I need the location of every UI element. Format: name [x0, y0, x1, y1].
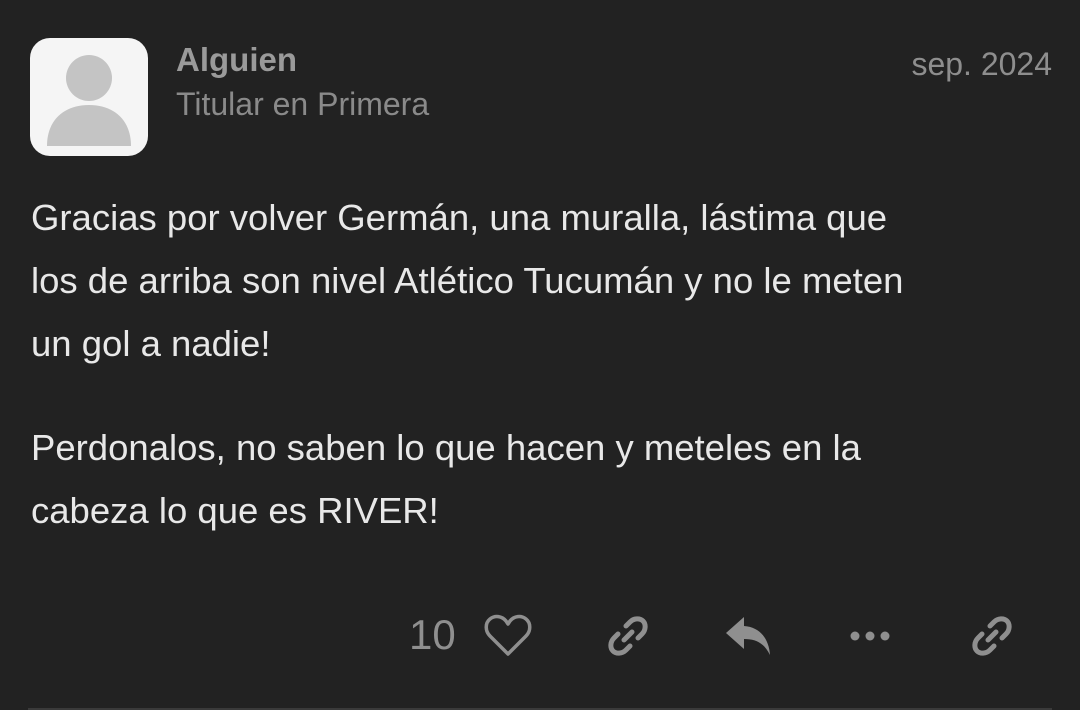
post-paragraph: Perdonalos, no saben lo que hacen y mete… [31, 427, 861, 531]
link-icon [972, 616, 1012, 656]
post-body: Gracias por volver Germán, una muralla, … [31, 186, 1061, 583]
link-icon [608, 616, 648, 656]
forum-post: Alguien Titular en Primera sep. 2024 Gra… [0, 0, 1080, 710]
reply-button[interactable] [723, 610, 775, 662]
like-button[interactable] [482, 610, 534, 662]
post-paragraph: Gracias por volver Germán, una muralla, … [31, 197, 904, 364]
post-actions: 10 [0, 606, 1080, 662]
like-count[interactable]: 10 [409, 610, 456, 660]
more-icon [850, 631, 890, 641]
author-title: Titular en Primera [176, 86, 430, 122]
more-button[interactable] [844, 610, 896, 662]
avatar[interactable] [30, 38, 148, 156]
reply-icon [726, 617, 770, 655]
post-date[interactable]: sep. 2024 [911, 44, 1052, 84]
share-button[interactable] [966, 610, 1018, 662]
copy-link-button[interactable] [602, 610, 654, 662]
heart-icon [484, 614, 532, 656]
author-name[interactable]: Alguien [176, 40, 297, 80]
default-avatar-icon [47, 55, 131, 146]
